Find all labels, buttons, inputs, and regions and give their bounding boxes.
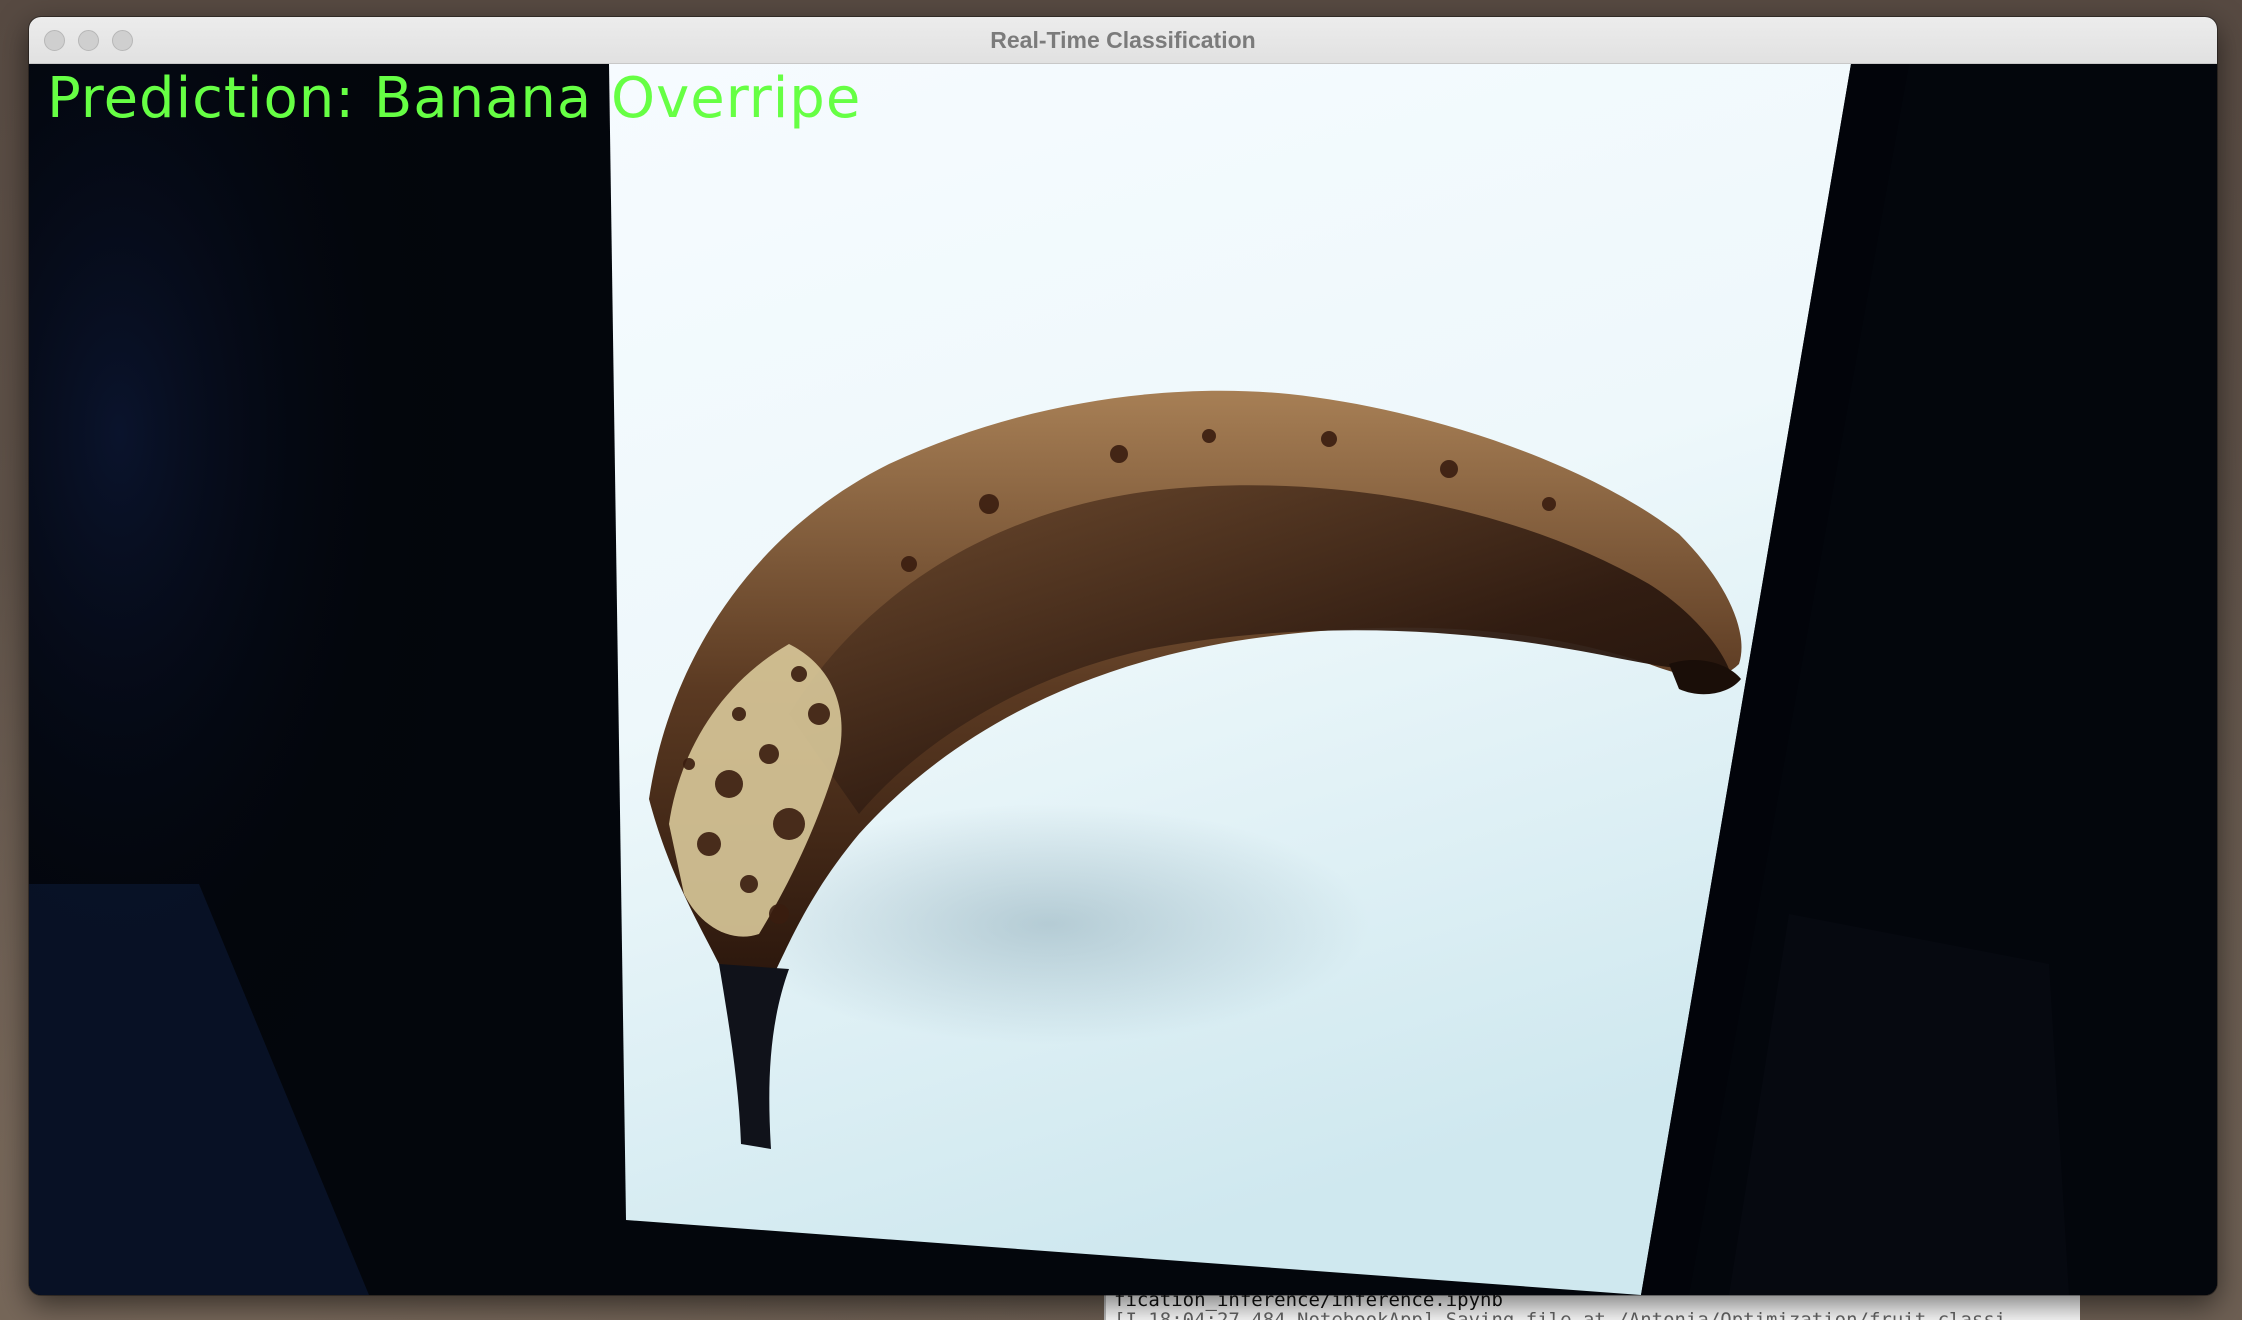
classification-window[interactable]: Real-Time Classification Prediction: Ban… bbox=[29, 17, 2217, 1295]
title-bar[interactable]: Real-Time Classification bbox=[29, 17, 2217, 64]
window-title: Real-Time Classification bbox=[990, 27, 1256, 53]
camera-feed: Prediction: Banana Overripe bbox=[29, 64, 2217, 1295]
prediction-label: Prediction: Banana Overripe bbox=[47, 66, 862, 131]
terminal-line: [I 18:04:27.484 NotebookApp] Saving file… bbox=[1114, 1309, 2007, 1320]
camera-frame-image bbox=[29, 64, 2217, 1295]
